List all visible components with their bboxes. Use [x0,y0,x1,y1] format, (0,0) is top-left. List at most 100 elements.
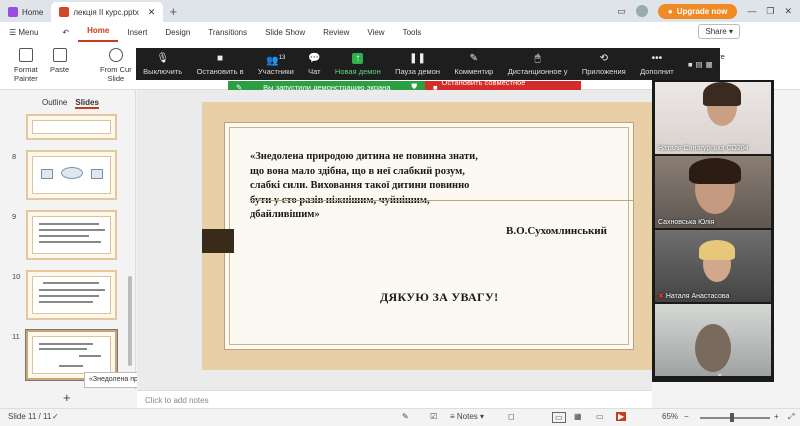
zoom-slider-thumb[interactable] [730,413,734,422]
outline-tab[interactable]: Outline [42,98,67,109]
participant-name: Наталя Санагурська СО204 [658,145,749,152]
normal-view-icon[interactable]: ▭ [552,412,566,423]
spellcheck-icon[interactable]: ✓ [52,412,59,421]
stop-video-button[interactable]: ■ Остановить в [197,53,244,76]
pptx-file-icon [59,7,70,17]
participant-video[interactable]: Наталя Санагурська СО204 [655,82,771,154]
share-label: Share [705,27,727,36]
close-tab-icon[interactable]: ✕ [148,7,156,18]
annotate-icon: ✎ [469,52,479,64]
paste-label: Paste [50,65,70,74]
chat-label: Чат [308,66,321,76]
minimize-icon[interactable]: — [747,6,756,16]
mute-button[interactable]: 🎙 Выключить [143,53,182,76]
chevron-down-icon[interactable]: ⌄ [716,368,724,379]
play-icon [108,48,123,62]
avatar[interactable] [635,5,648,17]
chat-toggle-icon[interactable]: ◻ [508,412,515,421]
format-painter-button[interactable]: Format Painter [14,48,38,83]
menu-transitions[interactable]: Transitions [199,28,256,37]
notes-placeholder: Click to add notes [145,396,209,405]
pause-share-button[interactable]: ❚❚ Пауза демон [395,53,440,76]
check-icon[interactable]: ☑ [430,412,437,421]
pause-share-label: Пауза демон [395,66,441,76]
diagram-shape [61,167,83,179]
upgrade-button[interactable]: ● Upgrade now [657,3,738,19]
slide-thumbnail[interactable] [26,150,117,200]
menu-tools[interactable]: Tools [394,28,431,37]
upgrade-label: Upgrade now [676,6,728,16]
new-share-label: Новая демон [334,66,381,76]
zoom-slider[interactable] [700,417,770,419]
paste-button[interactable]: Paste [50,48,69,74]
play-slideshow-icon[interactable]: ▶ [616,412,627,421]
menu-view[interactable]: View [358,28,393,37]
menu-design[interactable]: Design [156,28,199,37]
slide-thumbnail[interactable] [26,210,117,260]
slides-tab[interactable]: Slides [75,98,99,109]
participants-count: 13 [278,54,286,61]
apps-label: Приложения [581,66,626,76]
slide-thumbnail[interactable] [26,114,117,140]
view-grid-icon[interactable]: ▦ [706,60,713,69]
participant-name: Сахновська Юлія [658,219,715,226]
zoom-out-icon[interactable]: − [684,412,689,421]
participants-label: Участники [257,66,294,76]
maximize-icon[interactable]: ❐ [766,6,774,17]
microphone-icon: 🎙 [156,52,170,64]
share-button[interactable]: Share ▾ [698,24,740,39]
view-single-icon[interactable]: ■ [688,60,693,69]
slide-thumbnail[interactable] [26,270,117,320]
slide-sorter-icon[interactable]: ▦ [574,412,582,421]
view-split-icon[interactable]: ▤ [696,60,703,69]
camera-icon: ■ [217,52,224,64]
comment-icon[interactable]: ✎ [402,412,409,421]
notes-toggle[interactable]: ≡ Notes ▾ [450,412,484,421]
remote-control-button[interactable]: 🖱 Дистанционное у [508,53,568,76]
remote-icon: 🖱 [534,52,541,64]
slides-panel: Outline Slides 8 9 10 11 [0,90,136,390]
thanks-text: ДЯКУЮ ЗА УВАГУ! [380,290,499,304]
new-tab-button[interactable]: + [163,2,183,22]
vertical-scrollbar[interactable] [776,90,790,390]
menu-insert[interactable]: Insert [118,28,156,37]
layout-icon[interactable]: ▭ [617,6,626,17]
apps-button[interactable]: ⟲ Приложения [582,53,626,76]
stop-video-label: Остановить в [196,66,244,76]
from-current-slide-label: From Cur Slide [100,65,132,83]
more-button[interactable]: ••• Дополнит [640,53,674,76]
paste-icon [52,48,67,62]
participant-video[interactable] [655,304,771,376]
participant-video[interactable]: Сахновська Юлія [655,156,771,228]
new-share-button[interactable]: ↑ Новая демон [334,52,381,76]
participant-hair [699,240,735,260]
menu-review[interactable]: Review [314,28,358,37]
participants-button[interactable]: 👥13 Участники [258,53,294,76]
participant-hair [703,82,741,106]
panel-tabs: Outline Slides [42,98,99,109]
diagram-shape [91,169,103,179]
undo-icon[interactable]: ↶ [53,28,78,37]
tab-home[interactable]: Home [0,2,51,22]
close-window-icon[interactable]: ✕ [784,6,792,17]
view-options[interactable]: ■ ▤ ▦ [688,60,713,69]
menu-slide-show[interactable]: Slide Show [256,28,314,37]
annotate-button[interactable]: ✎ Комментир [454,53,493,76]
remote-control-label: Дистанционное у [507,66,568,76]
participant-name: Наталя Анастасова [665,293,730,300]
notes-input[interactable]: Click to add notes [137,390,652,408]
tab-document[interactable]: лекція ІІ курс.pptx ✕ [51,2,164,22]
from-current-slide-button[interactable]: From Cur Slide [100,48,132,83]
participant-video[interactable]: ✖ Наталя Анастасова [655,230,771,302]
zoom-in-icon[interactable]: + [774,412,779,421]
notes-icon: ≡ [450,412,455,421]
notes-label: Notes [456,412,478,421]
fit-window-icon[interactable]: ⤢ [788,412,794,422]
main-menu-button[interactable]: ☰ Menu [0,28,47,37]
menu-home[interactable]: Home [78,22,119,42]
chat-button[interactable]: 💬 Чат [308,53,320,76]
status-bar: Slide 11 / 11 ✓ ✎ ☑ ≡ Notes ▾ ◻ ▭ ▦ ▭ ▶ … [0,408,800,426]
panel-scrollbar[interactable] [128,276,132,366]
reading-view-icon[interactable]: ▭ [596,412,604,421]
add-slide-button[interactable]: + [63,390,71,405]
